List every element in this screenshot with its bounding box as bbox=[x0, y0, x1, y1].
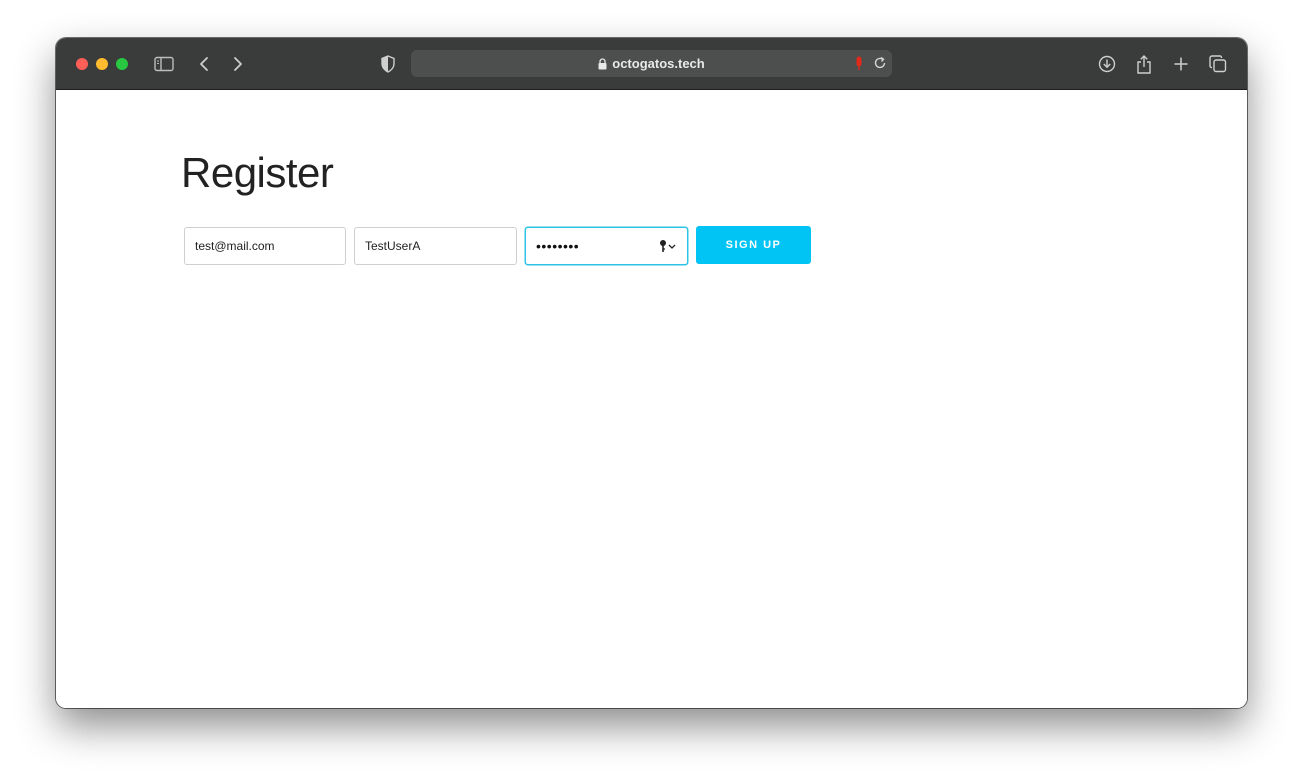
sidebar-icon[interactable] bbox=[152, 52, 176, 76]
username-value: TestUserA bbox=[365, 239, 421, 253]
sign-up-button[interactable]: SIGN UP bbox=[696, 226, 811, 264]
maximize-window-button[interactable] bbox=[116, 58, 128, 70]
password-input[interactable]: •••••••• bbox=[525, 227, 688, 265]
download-icon[interactable] bbox=[1095, 52, 1119, 76]
back-icon[interactable] bbox=[192, 52, 216, 76]
shield-icon[interactable] bbox=[376, 52, 400, 76]
password-mask: •••••••• bbox=[536, 238, 580, 254]
reload-icon[interactable] bbox=[873, 56, 887, 75]
new-tab-icon[interactable] bbox=[1169, 52, 1193, 76]
email-value: test@mail.com bbox=[195, 239, 275, 253]
mic-icon[interactable] bbox=[855, 56, 863, 76]
share-icon[interactable] bbox=[1132, 52, 1156, 76]
address-bar[interactable]: octogatos.tech bbox=[411, 50, 892, 77]
lock-icon bbox=[598, 57, 607, 70]
password-autofill-key-icon[interactable] bbox=[659, 239, 677, 253]
close-window-button[interactable] bbox=[76, 58, 88, 70]
minimize-window-button[interactable] bbox=[96, 58, 108, 70]
page-title: Register bbox=[181, 149, 334, 196]
browser-window: octogatos.tech Register test@mail.com Te… bbox=[56, 38, 1247, 708]
forward-icon[interactable] bbox=[226, 52, 250, 76]
username-input[interactable]: TestUserA bbox=[354, 227, 517, 265]
address-text-wrap: octogatos.tech bbox=[411, 50, 892, 77]
url-text: octogatos.tech bbox=[612, 56, 705, 71]
email-input[interactable]: test@mail.com bbox=[184, 227, 346, 265]
browser-toolbar: octogatos.tech bbox=[56, 38, 1247, 90]
page-content: Register test@mail.com TestUserA •••••••… bbox=[56, 91, 1247, 708]
tabs-overview-icon[interactable] bbox=[1206, 52, 1230, 76]
